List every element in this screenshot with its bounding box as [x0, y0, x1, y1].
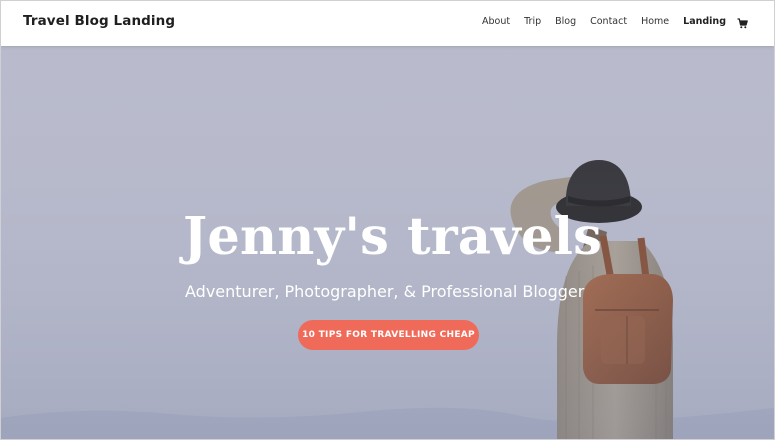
nav-item-landing[interactable]: Landing	[683, 16, 726, 27]
hero-subtitle: Adventurer, Photographer, & Professional…	[185, 282, 585, 301]
nav-item-contact[interactable]: Contact	[590, 16, 627, 27]
browser-frame: Travel Blog Landing About Trip Blog Cont…	[0, 0, 775, 440]
main-nav: About Trip Blog Contact Home Landing	[468, 16, 748, 29]
nav-item-trip[interactable]: Trip	[524, 16, 541, 27]
cart-icon[interactable]	[737, 16, 748, 29]
nav-item-about[interactable]: About	[482, 16, 510, 27]
nav-item-blog[interactable]: Blog	[555, 16, 576, 27]
cta-button[interactable]: 10 TIPS FOR TRAVELLING CHEAP	[298, 320, 479, 350]
site-header: Travel Blog Landing About Trip Blog Cont…	[1, 1, 774, 46]
hero-headline: Jenny's travels	[183, 207, 603, 267]
hero-section: Jenny's travels Adventurer, Photographer…	[1, 46, 774, 439]
nav-item-home[interactable]: Home	[641, 16, 669, 27]
site-title[interactable]: Travel Blog Landing	[23, 13, 175, 29]
